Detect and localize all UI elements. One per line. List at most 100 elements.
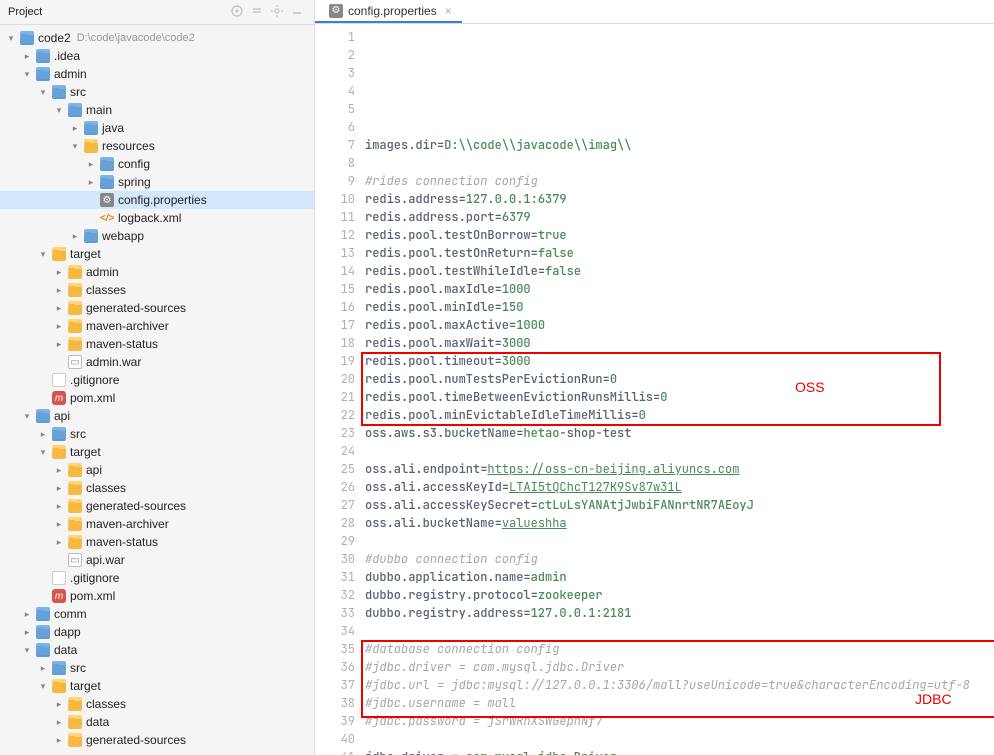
chevron-right-icon[interactable]: ▸: [86, 159, 96, 170]
code-line[interactable]: #rides connection config: [365, 172, 994, 190]
tree-item-target[interactable]: ▾target: [0, 245, 314, 263]
chevron-down-icon[interactable]: ▾: [22, 645, 32, 656]
code-line[interactable]: redis.address=127.0.0.1:6379: [365, 190, 994, 208]
tree-item-java[interactable]: ▸java: [0, 119, 314, 137]
tab-config-properties[interactable]: ⚙ config.properties ×: [315, 0, 462, 23]
tree-item-pom-xml[interactable]: ▸mpom.xml: [0, 587, 314, 605]
tree-item-api[interactable]: ▸api: [0, 461, 314, 479]
chevron-right-icon[interactable]: ▸: [54, 303, 64, 314]
code-line[interactable]: #database connection config: [365, 640, 994, 658]
tree-item-maven-archiver[interactable]: ▸maven-archiver: [0, 515, 314, 533]
tree-item-generated-sources[interactable]: ▸generated-sources: [0, 299, 314, 317]
chevron-down-icon[interactable]: ▾: [38, 249, 48, 260]
tree-item-resources[interactable]: ▾resources: [0, 137, 314, 155]
code-line[interactable]: redis.pool.minIdle=150: [365, 298, 994, 316]
code-line[interactable]: [365, 442, 994, 460]
tree-item-config[interactable]: ▸config: [0, 155, 314, 173]
tree-item--gitignore[interactable]: ▸.gitignore: [0, 371, 314, 389]
chevron-right-icon[interactable]: ▸: [54, 519, 64, 530]
tree-item--idea[interactable]: ▸.idea: [0, 47, 314, 65]
tree-item-comm[interactable]: ▸comm: [0, 605, 314, 623]
tree-item-admin[interactable]: ▸admin: [0, 263, 314, 281]
tree-item-classes[interactable]: ▸classes: [0, 281, 314, 299]
hide-icon[interactable]: [290, 4, 306, 20]
chevron-right-icon[interactable]: ▸: [54, 699, 64, 710]
code-line[interactable]: #jdbc.driver = com.mysql.jdbc.Driver: [365, 658, 994, 676]
code-content[interactable]: OSS JDBC images.dir=D:\\code\\javacode\\…: [365, 24, 994, 755]
chevron-right-icon[interactable]: ▸: [22, 627, 32, 638]
code-line[interactable]: oss.ali.bucketName=valueshha: [365, 514, 994, 532]
code-line[interactable]: [365, 154, 994, 172]
tree-item-admin[interactable]: ▾admin: [0, 65, 314, 83]
chevron-right-icon[interactable]: ▸: [38, 663, 48, 674]
chevron-right-icon[interactable]: ▸: [22, 609, 32, 620]
tree-item-src[interactable]: ▸src: [0, 659, 314, 677]
tree-item-pom-xml[interactable]: ▸mpom.xml: [0, 389, 314, 407]
chevron-down-icon[interactable]: ▾: [6, 33, 16, 44]
code-line[interactable]: dubbo.registry.protocol=zookeeper: [365, 586, 994, 604]
code-line[interactable]: dubbo.application.name=admin: [365, 568, 994, 586]
tree-item-code2[interactable]: ▾code2D:\code\javacode\code2: [0, 29, 314, 47]
chevron-right-icon[interactable]: ▸: [54, 285, 64, 296]
close-icon[interactable]: ×: [445, 4, 452, 18]
tree-item-generated-sources[interactable]: ▸generated-sources: [0, 731, 314, 749]
code-line[interactable]: redis.pool.minEvictableIdleTimeMillis=0: [365, 406, 994, 424]
code-line[interactable]: redis.pool.numTestsPerEvictionRun=0: [365, 370, 994, 388]
tree-item-classes[interactable]: ▸classes: [0, 695, 314, 713]
chevron-right-icon[interactable]: ▸: [70, 123, 80, 134]
code-line[interactable]: redis.pool.timeBetweenEvictionRunsMillis…: [365, 388, 994, 406]
scroll-from-source-icon[interactable]: [230, 4, 246, 20]
tree-item-dapp[interactable]: ▸dapp: [0, 623, 314, 641]
code-area[interactable]: 1234567891011121314151617181920212223242…: [315, 24, 994, 755]
tree-item-data[interactable]: ▾data: [0, 641, 314, 659]
code-line[interactable]: oss.ali.endpoint=https://oss-cn-beijing.…: [365, 460, 994, 478]
tree-item-api-war[interactable]: ▸▭api.war: [0, 551, 314, 569]
tree-item-generated-sources[interactable]: ▸generated-sources: [0, 497, 314, 515]
chevron-right-icon[interactable]: ▸: [54, 267, 64, 278]
tree-item-target[interactable]: ▾target: [0, 443, 314, 461]
chevron-down-icon[interactable]: ▾: [70, 141, 80, 152]
code-line[interactable]: redis.pool.maxIdle=1000: [365, 280, 994, 298]
tree-item-src[interactable]: ▾src: [0, 83, 314, 101]
chevron-right-icon[interactable]: ▸: [54, 465, 64, 476]
chevron-right-icon[interactable]: ▸: [54, 501, 64, 512]
code-line[interactable]: [365, 532, 994, 550]
code-line[interactable]: images.dir=D:\\code\\javacode\\imag\\: [365, 136, 994, 154]
code-line[interactable]: redis.pool.testOnBorrow=true: [365, 226, 994, 244]
tree-item-src[interactable]: ▸src: [0, 425, 314, 443]
tree-item-logback-xml[interactable]: ▸</>logback.xml: [0, 209, 314, 227]
chevron-right-icon[interactable]: ▸: [70, 231, 80, 242]
collapse-all-icon[interactable]: [250, 4, 266, 20]
tree-item-config-properties[interactable]: ▸⚙config.properties: [0, 191, 314, 209]
code-line[interactable]: redis.pool.maxWait=3000: [365, 334, 994, 352]
code-line[interactable]: #dubbo connection config: [365, 550, 994, 568]
code-line[interactable]: #jdbc.password = jSrWRhXSWGepnNf7: [365, 712, 994, 730]
code-line[interactable]: redis.pool.testWhileIdle=false: [365, 262, 994, 280]
chevron-right-icon[interactable]: ▸: [54, 735, 64, 746]
code-line[interactable]: [365, 730, 994, 748]
tree-item-api[interactable]: ▾api: [0, 407, 314, 425]
chevron-down-icon[interactable]: ▾: [38, 681, 48, 692]
code-line[interactable]: [365, 622, 994, 640]
code-line[interactable]: redis.pool.testOnReturn=false: [365, 244, 994, 262]
code-line[interactable]: redis.pool.timeout=3000: [365, 352, 994, 370]
tree-item--gitignore[interactable]: ▸.gitignore: [0, 569, 314, 587]
chevron-right-icon[interactable]: ▸: [38, 429, 48, 440]
tree-item-main[interactable]: ▾main: [0, 101, 314, 119]
code-line[interactable]: oss.ali.accessKeyId=LTAI5tQChcT127K9Sv87…: [365, 478, 994, 496]
chevron-down-icon[interactable]: ▾: [22, 69, 32, 80]
code-line[interactable]: jdbc.driver = com.mysql.jdbc.Driver: [365, 748, 994, 755]
chevron-right-icon[interactable]: ▸: [54, 483, 64, 494]
tree-item-spring[interactable]: ▸spring: [0, 173, 314, 191]
code-line[interactable]: #jdbc.username = mall: [365, 694, 994, 712]
tree-item-maven-status[interactable]: ▸maven-status: [0, 335, 314, 353]
tree-item-admin-war[interactable]: ▸▭admin.war: [0, 353, 314, 371]
chevron-right-icon[interactable]: ▸: [54, 537, 64, 548]
tree-item-classes[interactable]: ▸classes: [0, 479, 314, 497]
tree-item-maven-status[interactable]: ▸maven-status: [0, 533, 314, 551]
chevron-right-icon[interactable]: ▸: [54, 339, 64, 350]
code-line[interactable]: dubbo.registry.address=127.0.0.1:2181: [365, 604, 994, 622]
chevron-down-icon[interactable]: ▾: [38, 87, 48, 98]
tree-item-maven-archiver[interactable]: ▸maven-archiver: [0, 317, 314, 335]
settings-icon[interactable]: [270, 4, 286, 20]
